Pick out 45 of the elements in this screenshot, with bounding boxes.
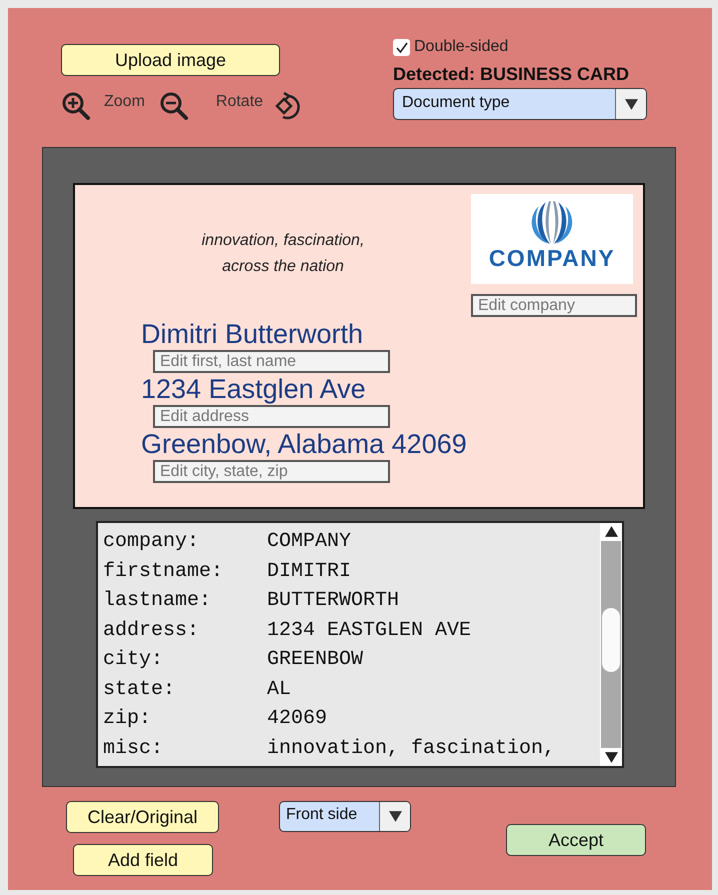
field-value: COMPANY bbox=[267, 529, 352, 555]
zoom-label: Zoom bbox=[104, 93, 145, 111]
zoom-in-icon[interactable] bbox=[61, 91, 91, 121]
zoom-out-icon[interactable] bbox=[158, 91, 189, 121]
field-value: GREENBOW bbox=[267, 647, 364, 673]
edit-field[interactable]: Edit city, state, zip bbox=[153, 460, 390, 483]
field-key: address: bbox=[103, 616, 267, 645]
edit-field[interactable]: Edit address bbox=[153, 405, 390, 428]
scroll-up-icon[interactable] bbox=[604, 526, 618, 537]
company-field[interactable]: Edit company bbox=[471, 294, 637, 317]
card-text-line: Greenbow, Alabama 42069 bbox=[141, 428, 468, 460]
field-key: city: bbox=[103, 645, 267, 674]
field-value: DIMITRI bbox=[267, 558, 352, 584]
double-sided-label: Double-sided bbox=[414, 38, 508, 56]
edit-field[interactable]: Edit first, last name bbox=[153, 350, 390, 373]
field-key: company: bbox=[103, 527, 267, 556]
field-key: misc: bbox=[103, 734, 267, 763]
detected-type: Detected: BUSINESS CARD bbox=[393, 64, 630, 85]
field-key: lastname: bbox=[103, 586, 267, 616]
side-dropdown[interactable]: Front side bbox=[279, 801, 411, 832]
upload-image-button[interactable]: Upload image bbox=[61, 44, 280, 76]
document-type-dropdown[interactable]: Document type bbox=[393, 88, 647, 120]
field-value: 1234 EASTGLEN AVE bbox=[267, 618, 472, 644]
scroll-thumb[interactable] bbox=[602, 608, 620, 672]
field-value: 42069 bbox=[267, 706, 328, 732]
add-field-button[interactable]: Add field bbox=[73, 844, 213, 876]
dropdown-arrow-icon bbox=[624, 98, 638, 110]
scroll-down-icon[interactable] bbox=[604, 752, 618, 763]
accept-button[interactable]: Accept bbox=[506, 824, 646, 856]
field-value: AL bbox=[267, 676, 292, 702]
dropdown-arrow-icon bbox=[388, 811, 402, 822]
field-key: state: bbox=[103, 674, 267, 704]
scrollbar[interactable] bbox=[600, 523, 622, 766]
double-sided-checkbox[interactable] bbox=[393, 38, 410, 56]
card-text-line: 1234 Eastglen Ave bbox=[141, 373, 367, 405]
field-key: zip: bbox=[103, 704, 267, 734]
card-text-line: Dimitri Butterworth bbox=[141, 318, 364, 350]
rotate-label: Rotate bbox=[216, 93, 264, 111]
tagline: innovation, fascination, across the nation bbox=[200, 231, 366, 277]
field-value: BUTTERWORTH bbox=[267, 588, 400, 614]
field-key: firstname: bbox=[103, 556, 267, 586]
company-logo: COMPANY bbox=[471, 194, 633, 284]
extracted-fields-box[interactable]: company: COMPANY firstname: DIMITRI lastname: BUTTERWORTH address: 1234 EASTGLEN AVE city: GREENBOW state: AL zip: 42069 misc: innovation, fascination, bbox=[96, 521, 624, 768]
clear-original-button[interactable]: Clear/Original bbox=[66, 801, 219, 833]
field-value: innovation, fascination, bbox=[267, 736, 556, 762]
